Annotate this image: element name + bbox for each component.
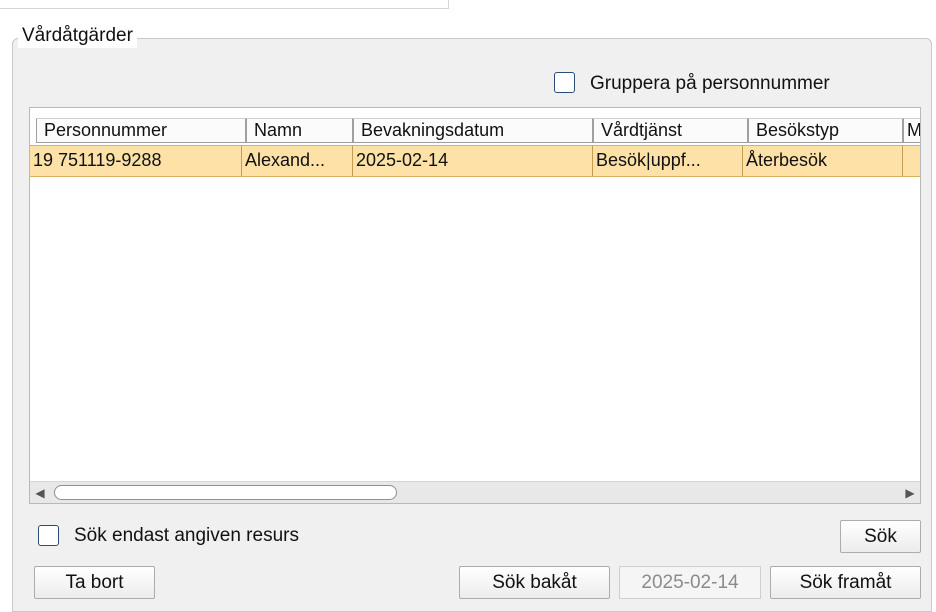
group-title: Vårdåtgärder xyxy=(18,24,137,48)
column-header-m[interactable]: M xyxy=(903,118,920,143)
scroll-left-arrow-icon[interactable]: ◀ xyxy=(30,482,50,503)
horizontal-scrollbar[interactable]: ◀ ▶ xyxy=(30,481,920,503)
table-header: Personnummer Namn Bevakningsdatum Vårdtj… xyxy=(30,118,920,143)
cell-bevakningsdatum: 2025-02-14 xyxy=(353,146,593,176)
cell-personnummer: 19 751119-9288 xyxy=(30,146,242,176)
column-header-bevakningsdatum[interactable]: Bevakningsdatum xyxy=(353,118,593,143)
cell-namn: Alexand... xyxy=(242,146,353,176)
search-forward-button[interactable]: Sök framåt xyxy=(770,566,921,599)
search-back-button[interactable]: Sök bakåt xyxy=(459,566,610,599)
cell-m xyxy=(903,146,920,176)
group-by-personnummer-checkbox[interactable] xyxy=(554,72,575,93)
group-by-personnummer-label: Gruppera på personnummer xyxy=(590,73,830,94)
table-row[interactable]: 19 751119-9288 Alexand... 2025-02-14 Bes… xyxy=(30,145,920,177)
column-header-namn[interactable]: Namn xyxy=(246,118,353,143)
scroll-thumb[interactable] xyxy=(54,485,397,500)
column-header-besokstyp[interactable]: Besökstyp xyxy=(748,118,903,143)
date-field[interactable]: 2025-02-14 xyxy=(619,566,761,599)
results-table[interactable]: Personnummer Namn Bevakningsdatum Vårdtj… xyxy=(29,107,921,504)
search-only-resource-checkbox[interactable] xyxy=(38,525,59,546)
search-button[interactable]: Sök xyxy=(840,520,921,553)
top-panel-fragment xyxy=(0,0,449,9)
column-header-personnummer[interactable]: Personnummer xyxy=(36,118,246,143)
scroll-right-arrow-icon[interactable]: ▶ xyxy=(900,482,920,503)
column-header-vardtjanst[interactable]: Vårdtjänst xyxy=(593,118,748,143)
remove-button[interactable]: Ta bort xyxy=(34,566,155,599)
search-only-resource-label: Sök endast angiven resurs xyxy=(74,525,299,546)
cell-vardtjanst: Besök|uppf... xyxy=(593,146,743,176)
cell-besokstyp: Återbesök xyxy=(743,146,903,176)
